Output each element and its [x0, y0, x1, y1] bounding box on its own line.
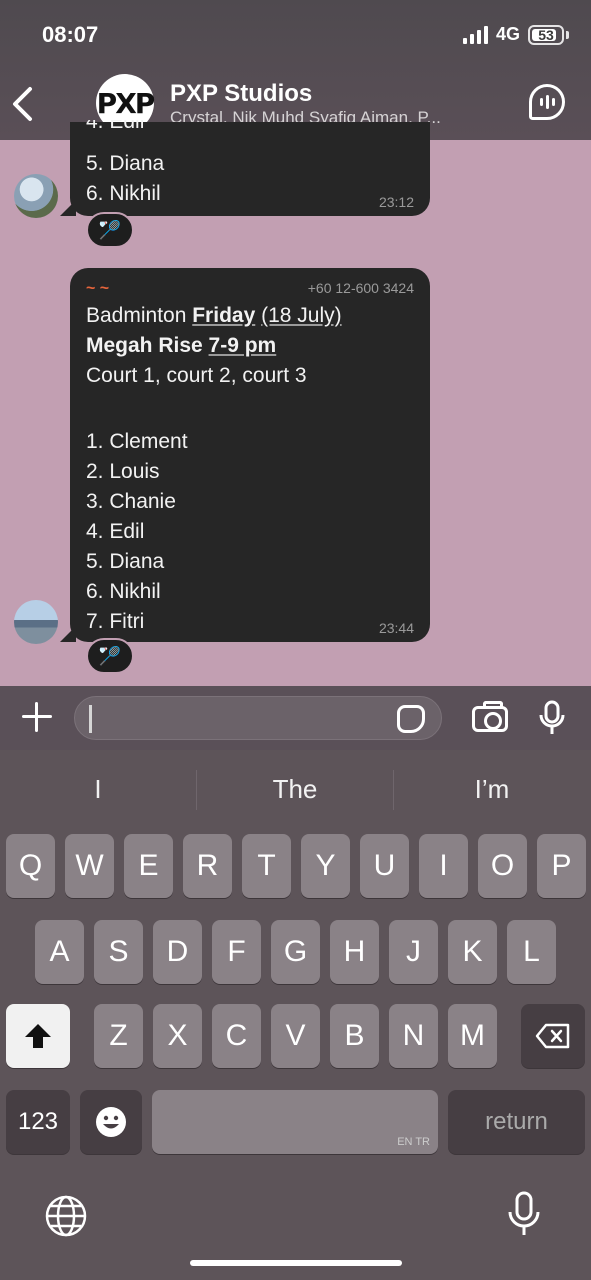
reaction-badge[interactable]: 🏸	[86, 212, 134, 248]
key-c[interactable]: C	[212, 1004, 261, 1068]
backspace-key[interactable]	[521, 1004, 585, 1068]
signal-icon	[462, 25, 488, 44]
camera-icon[interactable]	[472, 701, 508, 732]
list-item: 2. Louis	[86, 460, 160, 483]
back-button[interactable]	[10, 86, 40, 122]
key-g[interactable]: G	[271, 920, 320, 984]
list-item: 6. Nikhil	[86, 580, 161, 603]
text-caret	[89, 705, 92, 733]
message-time: 23:44	[378, 620, 414, 636]
list-item: 7. Fitri	[86, 610, 145, 633]
key-h[interactable]: H	[330, 920, 379, 984]
message-line: Megah Rise 7-9 pm	[86, 334, 277, 357]
shift-key[interactable]	[6, 1004, 70, 1068]
shift-arrow-icon	[25, 1024, 51, 1048]
key-i[interactable]: I	[419, 834, 468, 898]
network-label: 4G	[495, 24, 520, 44]
keyboard-language: EN TR	[397, 1136, 430, 1148]
key-u[interactable]: U	[360, 834, 409, 898]
sender-name[interactable]: ~ ~	[86, 280, 109, 298]
key-t[interactable]: T	[242, 834, 291, 898]
key-p[interactable]: P	[537, 834, 586, 898]
keyboard: I The I’m Q W E R T Y U I O P A S D F G …	[0, 750, 591, 1280]
key-j[interactable]: J	[389, 920, 438, 984]
key-m[interactable]: M	[448, 1004, 497, 1068]
chat-title[interactable]: PXP Studios	[170, 80, 312, 108]
return-key[interactable]: return	[448, 1090, 585, 1154]
key-q[interactable]: Q	[6, 834, 55, 898]
key-s[interactable]: S	[94, 920, 143, 984]
message-time: 23:12	[378, 194, 414, 210]
sender-phone: +60 12-600 3424	[307, 280, 414, 296]
numbers-key[interactable]: 123	[6, 1090, 70, 1154]
battery-level: 53	[538, 26, 554, 43]
key-k[interactable]: K	[448, 920, 497, 984]
attach-plus-icon[interactable]	[20, 700, 54, 734]
list-item: 5. Diana	[86, 550, 165, 573]
space-key[interactable]: EN TR	[152, 1090, 438, 1154]
key-d[interactable]: D	[153, 920, 202, 984]
message-line: Badminton Friday (18 July)	[86, 304, 342, 327]
message-bubble[interactable]: 4. Edil 5. Diana 6. Nikhil 23:12	[70, 120, 430, 216]
message-line: 6. Nikhil	[86, 182, 161, 205]
list-item: 4. Edil	[86, 520, 145, 543]
key-x[interactable]: X	[153, 1004, 202, 1068]
chevron-left-icon	[13, 87, 32, 121]
reaction-badge[interactable]: 🏸	[86, 638, 134, 674]
microphone-icon[interactable]	[538, 700, 566, 736]
key-r[interactable]: R	[183, 834, 232, 898]
list-item: 1. Clement	[86, 430, 188, 453]
key-o[interactable]: O	[478, 834, 527, 898]
emoji-icon	[96, 1107, 126, 1137]
key-z[interactable]: Z	[94, 1004, 143, 1068]
message-input[interactable]	[74, 696, 442, 740]
key-a[interactable]: A	[35, 920, 84, 984]
suggestion[interactable]: I’m	[394, 774, 590, 805]
status-time: 08:07	[42, 22, 99, 47]
list-item: 3. Chanie	[86, 490, 176, 513]
emoji-key[interactable]	[80, 1090, 142, 1154]
message-bubble[interactable]: ~ ~ +60 12-600 3424 Badminton Friday (18…	[70, 268, 430, 642]
message-line: Court 1, court 2, court 3	[86, 364, 307, 387]
chat-header: 08:07 4G 53 PXP PXP Studios Crystal, Nik…	[0, 0, 591, 140]
avatar[interactable]	[14, 600, 58, 644]
key-b[interactable]: B	[330, 1004, 379, 1068]
suggestion[interactable]: The	[197, 774, 393, 805]
globe-icon[interactable]	[44, 1194, 88, 1238]
key-l[interactable]: L	[507, 920, 556, 984]
key-e[interactable]: E	[124, 834, 173, 898]
key-v[interactable]: V	[271, 1004, 320, 1068]
home-indicator[interactable]	[190, 1260, 402, 1266]
dictation-mic-icon[interactable]	[506, 1190, 542, 1238]
battery-icon: 53	[528, 24, 564, 45]
suggestion[interactable]: I	[0, 774, 196, 805]
key-w[interactable]: W	[65, 834, 114, 898]
backspace-icon	[535, 1023, 570, 1049]
key-n[interactable]: N	[389, 1004, 438, 1068]
key-f[interactable]: F	[212, 920, 261, 984]
sticker-icon[interactable]	[397, 705, 425, 733]
key-y[interactable]: Y	[301, 834, 350, 898]
status-indicators: 4G 53	[462, 24, 569, 45]
message-composer	[0, 686, 591, 750]
avatar[interactable]	[14, 174, 58, 218]
message-line: 5. Diana	[86, 152, 165, 175]
voice-chat-button[interactable]	[529, 84, 565, 120]
